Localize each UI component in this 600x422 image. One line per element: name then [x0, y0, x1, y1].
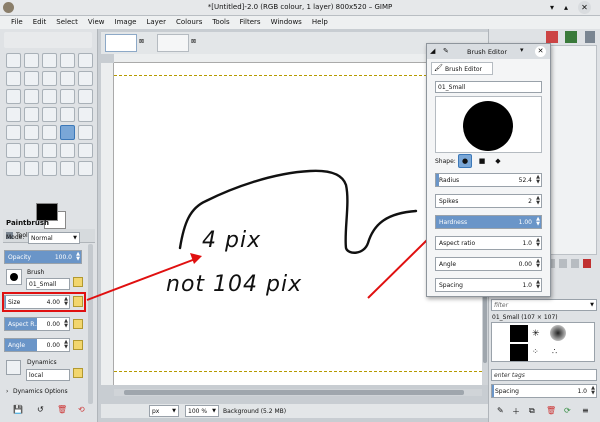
- arrow-to-size-head: [190, 253, 202, 264]
- spacing-editor-value: 1.0: [522, 282, 532, 289]
- brush-editor-dialog: ◢ ✎ Brush Editor ▾ ✕ 🖌 Brush Editor 01_S…: [426, 43, 551, 297]
- dialog-menu-icon[interactable]: ◢: [430, 47, 435, 55]
- pin-icon[interactable]: ✎: [443, 47, 449, 55]
- shape-diamond-icon[interactable]: ◆: [491, 154, 505, 168]
- spacing-label: Spacing: [495, 388, 519, 395]
- delete-brush-icon[interactable]: 🗑: [546, 406, 556, 415]
- gradient-swatch-icon[interactable]: [565, 31, 577, 43]
- chevron-down-icon: ▼: [172, 408, 176, 414]
- brush-editor-titlebar[interactable]: ◢ ✎ Brush Editor ▾ ✕: [427, 44, 550, 59]
- aspect-ratio-editor-slider[interactable]: Aspect ratio 1.0 ▲ ▼: [435, 236, 542, 250]
- status-bar: px ▼ 100 % ▼ Background (5.2 MB): [101, 404, 488, 418]
- brushes-menu-icon[interactable]: ≡: [582, 406, 589, 415]
- edit-brush-icon[interactable]: ✎: [497, 406, 504, 415]
- new-brush-icon[interactable]: ＋: [512, 406, 520, 417]
- brush-dots-icon[interactable]: ∴: [552, 347, 557, 356]
- tool-preset-icon[interactable]: [585, 31, 595, 43]
- pattern-swatch-icon[interactable]: [546, 31, 558, 43]
- tags-placeholder: enter tags: [494, 372, 525, 379]
- spikes-value: 2: [528, 198, 532, 205]
- brush-shape-preview: [435, 96, 542, 153]
- brush-editor-name: 01_Small: [438, 84, 466, 91]
- hardness-label: Hardness: [439, 219, 468, 226]
- brush-tags-input[interactable]: enter tags: [491, 369, 597, 381]
- zoom-select[interactable]: 100 % ▼: [185, 405, 219, 417]
- brush-info-text: 01_Small (107 × 107): [492, 314, 558, 321]
- refresh-brushes-icon[interactable]: ⟳: [564, 406, 571, 415]
- spin-arrows-icon[interactable]: ▲ ▼: [536, 280, 540, 290]
- arrow-to-size-line: [86, 257, 199, 301]
- spin-arrows-icon[interactable]: ▲ ▼: [536, 259, 540, 269]
- brush-square-icon[interactable]: [510, 344, 528, 361]
- brush-editor-tab-label: Brush Editor: [445, 66, 482, 73]
- brush-editor-tab[interactable]: 🖌 Brush Editor: [431, 62, 493, 75]
- hardness-slider[interactable]: Hardness 1.00 ▲ ▼: [435, 215, 542, 229]
- scrollbar-thumb[interactable]: [124, 390, 464, 395]
- spin-arrows-icon[interactable]: ▲ ▼: [536, 238, 540, 248]
- unit-value: px: [152, 408, 160, 415]
- spin-arrows-icon[interactable]: ▲ ▼: [536, 196, 540, 206]
- aspect-ratio-value: 1.0: [522, 240, 532, 247]
- brush-spacing-slider[interactable]: Spacing 1.0 ▲ ▼: [491, 384, 597, 398]
- spacing-value: 1.0: [577, 388, 587, 395]
- radius-value: 52.4: [518, 177, 532, 184]
- spin-arrows-icon[interactable]: ▲ ▼: [536, 217, 540, 227]
- hardness-value: 1.00: [518, 219, 532, 226]
- chevron-down-icon: ▼: [212, 408, 216, 414]
- spacing-fill: [492, 385, 495, 397]
- dialog-close-icon[interactable]: ✕: [535, 46, 546, 57]
- spikes-label: Spikes: [439, 198, 459, 205]
- duplicate-brush-icon[interactable]: ⧉: [529, 406, 535, 416]
- spin-arrows-icon[interactable]: ▲ ▼: [536, 175, 540, 185]
- brush-sparkle-icon[interactable]: ✳: [532, 329, 540, 339]
- unit-select[interactable]: px ▼: [149, 405, 179, 417]
- brush-name-input[interactable]: 01_Small: [435, 81, 542, 93]
- horizontal-scrollbar[interactable]: [114, 389, 482, 396]
- spacing-editor-slider[interactable]: Spacing 1.0 ▲ ▼: [435, 278, 542, 292]
- radius-label: Radius: [439, 177, 460, 184]
- brush-grid[interactable]: ✳ ⁘ ∴: [491, 322, 595, 362]
- zoom-value: 100 %: [188, 408, 208, 415]
- dock-button-4-icon[interactable]: [583, 259, 591, 268]
- brush-filter-input[interactable]: filter ▼: [491, 299, 597, 311]
- spacing-editor-label: Spacing: [439, 282, 463, 289]
- angle-editor-slider[interactable]: Angle 0.00 ▲ ▼: [435, 257, 542, 271]
- filter-placeholder: filter: [494, 302, 509, 309]
- shape-circle-icon[interactable]: ●: [458, 154, 472, 168]
- shape-square-icon[interactable]: ■: [475, 154, 489, 168]
- angle-editor-value: 0.00: [518, 261, 532, 268]
- brush-selected-icon[interactable]: [510, 325, 528, 342]
- dock-button-2-icon[interactable]: [559, 259, 567, 268]
- brush-fuzzy-icon[interactable]: [550, 325, 566, 341]
- brush-editor-tab-icon: 🖌: [434, 64, 443, 72]
- brush-spray-icon[interactable]: ⁘: [532, 347, 539, 356]
- layer-info-text: Background (5.2 MB): [223, 408, 287, 415]
- shape-label: Shape:: [435, 158, 456, 165]
- angle-editor-label: Angle: [439, 261, 457, 268]
- dialog-minimize-icon[interactable]: ▾: [520, 46, 524, 54]
- radius-slider[interactable]: Radius 52.4 ▲ ▼: [435, 173, 542, 187]
- brush-circle-icon: [463, 101, 513, 151]
- aspect-ratio-label: Aspect ratio: [439, 240, 476, 247]
- chevron-down-icon: ▼: [590, 302, 594, 308]
- spin-arrows-icon[interactable]: ▲ ▼: [591, 386, 595, 396]
- spikes-slider[interactable]: Spikes 2 ▲ ▼: [435, 194, 542, 208]
- brush-editor-title: Brush Editor: [467, 48, 508, 56]
- dock-button-3-icon[interactable]: [571, 259, 579, 268]
